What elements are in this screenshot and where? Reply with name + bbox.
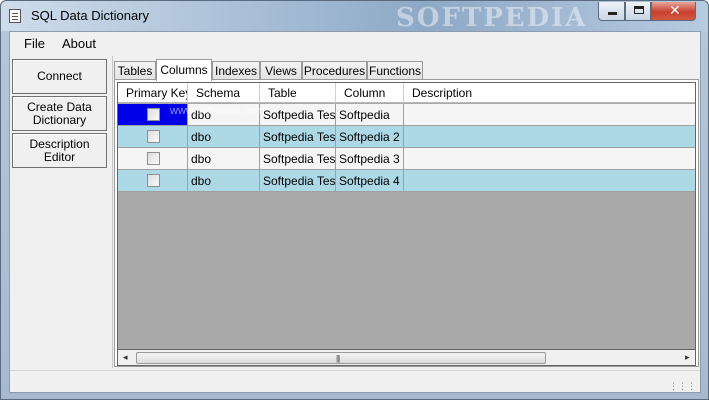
- status-bar: ⋮⋮⋮: [10, 370, 700, 392]
- menu-file[interactable]: File: [18, 36, 51, 51]
- horizontal-scrollbar[interactable]: ◂ ||| ▸: [117, 350, 696, 366]
- tab-tables[interactable]: Tables: [114, 61, 156, 80]
- table-row[interactable]: dbo Softpedia Test Softpedia 2: [118, 126, 695, 148]
- description-editor-button[interactable]: Description Editor: [12, 133, 107, 168]
- header-schema[interactable]: Schema: [188, 83, 260, 103]
- schema-cell[interactable]: dbo: [188, 148, 260, 170]
- tab-columns[interactable]: Columns: [156, 59, 212, 81]
- column-cell[interactable]: Softpedia 3: [336, 148, 404, 170]
- header-description[interactable]: Description: [404, 83, 695, 103]
- table-row[interactable]: dbo Softpedia Test Softpedia 4: [118, 170, 695, 192]
- description-cell[interactable]: [404, 148, 695, 170]
- primary-key-checkbox[interactable]: [147, 152, 160, 165]
- scroll-thumb[interactable]: |||: [136, 352, 546, 364]
- close-icon: ✕: [669, 2, 681, 18]
- document-app-icon[interactable]: [9, 9, 21, 23]
- header-table[interactable]: Table: [260, 83, 336, 103]
- menu-bar: File About: [10, 32, 700, 54]
- tab-indexes[interactable]: Indexes: [212, 61, 260, 80]
- minimize-button[interactable]: [598, 2, 625, 21]
- close-button[interactable]: ✕: [651, 2, 696, 21]
- schema-cell[interactable]: dbo: [188, 170, 260, 192]
- column-cell[interactable]: Softpedia 4: [336, 170, 404, 192]
- column-cell[interactable]: Softpedia 2: [336, 126, 404, 148]
- primary-key-checkbox[interactable]: [147, 130, 160, 143]
- maximize-icon: [634, 6, 644, 14]
- maximize-button[interactable]: [625, 2, 651, 21]
- watermark-text: SOFTPEDIA: [396, 3, 588, 33]
- table-cell[interactable]: Softpedia Test: [260, 104, 336, 126]
- title-bar[interactable]: SQL Data Dictionary SOFTPEDIA ✕: [1, 1, 708, 33]
- columns-tab-panel: Primary Key Schema Table Column Descript…: [114, 79, 699, 367]
- splitter[interactable]: [112, 56, 113, 368]
- connect-button[interactable]: Connect: [12, 59, 107, 94]
- primary-key-checkbox[interactable]: [147, 108, 160, 121]
- scroll-left-arrow-icon[interactable]: ◂: [123, 352, 128, 363]
- overlay-watermark: www.softpedia.com: [170, 105, 265, 117]
- client-area: File About Connect Create Data Dictionar…: [9, 31, 701, 393]
- description-cell[interactable]: [404, 104, 695, 126]
- primary-key-cell[interactable]: [118, 126, 188, 148]
- tab-procedures[interactable]: Procedures: [302, 61, 367, 80]
- header-column[interactable]: Column: [336, 83, 404, 103]
- description-cell[interactable]: [404, 170, 695, 192]
- create-data-dictionary-button[interactable]: Create Data Dictionary: [12, 96, 107, 131]
- primary-key-checkbox[interactable]: [147, 174, 160, 187]
- table-row[interactable]: dbo Softpedia Test Softpedia 3: [118, 148, 695, 170]
- grid-header: Primary Key Schema Table Column Descript…: [118, 83, 695, 103]
- size-grip-icon[interactable]: ⋮⋮⋮: [669, 382, 696, 391]
- table-cell[interactable]: Softpedia Test: [260, 126, 336, 148]
- primary-key-cell[interactable]: [118, 148, 188, 170]
- tab-functions[interactable]: Functions: [367, 61, 423, 80]
- minimize-icon: [608, 12, 617, 15]
- scroll-right-arrow-icon[interactable]: ▸: [685, 352, 690, 363]
- table-cell[interactable]: Softpedia Test: [260, 148, 336, 170]
- header-primary-key[interactable]: Primary Key: [118, 83, 188, 103]
- grip-icon: |||: [336, 354, 340, 363]
- primary-key-cell[interactable]: [118, 170, 188, 192]
- columns-grid[interactable]: Primary Key Schema Table Column Descript…: [117, 82, 696, 350]
- column-cell[interactable]: Softpedia: [336, 104, 404, 126]
- tab-views[interactable]: Views: [260, 61, 302, 80]
- description-cell[interactable]: [404, 126, 695, 148]
- window-title: SQL Data Dictionary: [31, 8, 150, 23]
- schema-cell[interactable]: dbo: [188, 126, 260, 148]
- application-window: SQL Data Dictionary SOFTPEDIA ✕ File Abo…: [0, 0, 709, 400]
- table-cell[interactable]: Softpedia Test: [260, 170, 336, 192]
- menu-about[interactable]: About: [56, 36, 102, 51]
